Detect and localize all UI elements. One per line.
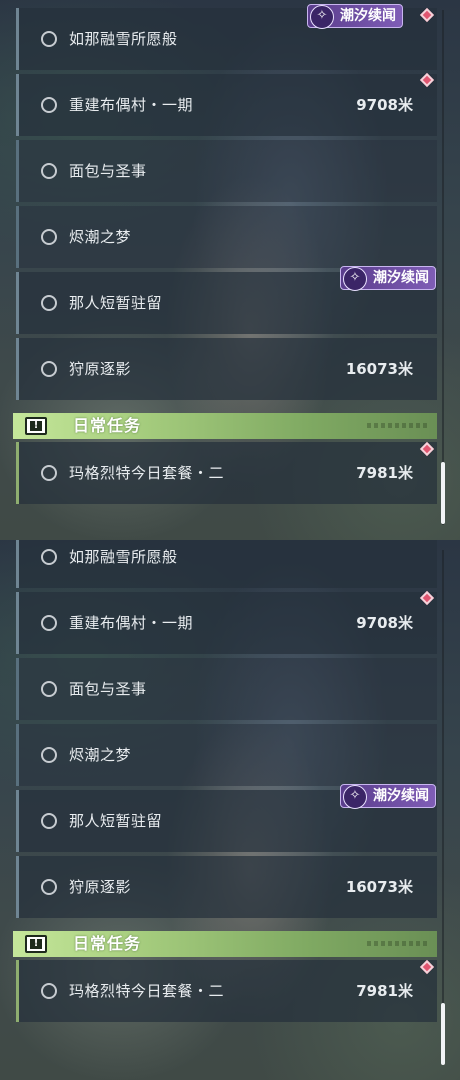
radio-icon xyxy=(41,549,57,565)
section-title: 日常任务 xyxy=(73,416,142,435)
daily-tasks-header: ! 日常任务 xyxy=(13,931,437,957)
radio-icon xyxy=(41,879,57,895)
quest-row[interactable]: 重建布偶村・一期 9708米 xyxy=(16,592,437,654)
quest-title: 玛格烈特今日套餐・二 xyxy=(69,464,225,482)
quest-title: 重建布偶村・一期 xyxy=(69,614,194,632)
event-badge-label: 潮汐续闻 xyxy=(373,788,429,804)
daily-quest-row[interactable]: 玛格烈特今日套餐・二 7981米 xyxy=(16,442,437,504)
daily-quest-row[interactable]: 玛格烈特今日套餐・二 7981米 xyxy=(16,960,437,1022)
quest-row[interactable]: 面包与圣事 xyxy=(16,140,437,202)
scrollbar-track[interactable] xyxy=(442,10,444,525)
tide-emblem-icon: ✧ xyxy=(343,267,367,291)
radio-icon xyxy=(41,747,57,763)
radio-icon xyxy=(41,229,57,245)
radio-icon xyxy=(41,813,57,829)
radio-icon xyxy=(41,97,57,113)
quest-title: 重建布偶村・一期 xyxy=(69,96,194,114)
quest-title: 面包与圣事 xyxy=(69,162,147,180)
quest-title: 那人短暂驻留 xyxy=(69,812,163,830)
quest-title: 烬潮之梦 xyxy=(69,746,132,764)
scrollbar-thumb[interactable] xyxy=(441,462,445,524)
radio-icon xyxy=(41,31,57,47)
quest-title: 玛格烈特今日套餐・二 xyxy=(69,982,225,1000)
quest-distance: 16073米 xyxy=(345,878,413,896)
quest-title: 面包与圣事 xyxy=(69,680,147,698)
radio-icon xyxy=(41,465,57,481)
quest-title: 烬潮之梦 xyxy=(69,228,132,246)
event-badge-label: 潮汐续闻 xyxy=(373,270,429,286)
quest-distance: 7981米 xyxy=(356,982,413,1000)
radio-icon xyxy=(41,163,57,179)
quest-title: 狩原逐影 xyxy=(69,878,132,896)
radio-icon xyxy=(41,681,57,697)
quest-title: 那人短暂驻留 xyxy=(69,294,163,312)
header-decoration xyxy=(367,941,427,946)
quest-title: 狩原逐影 xyxy=(69,360,132,378)
quest-row[interactable]: 重建布偶村・一期 9708米 xyxy=(16,74,437,136)
quest-distance: 9708米 xyxy=(356,96,413,114)
radio-icon xyxy=(41,361,57,377)
quest-row[interactable]: 面包与圣事 xyxy=(16,658,437,720)
header-decoration xyxy=(367,423,427,428)
quest-row[interactable]: 如那融雪所愿般 xyxy=(16,540,437,588)
daily-tasks-header: ! 日常任务 xyxy=(13,413,437,439)
quest-distance: 9708米 xyxy=(356,614,413,632)
quest-title: 如那融雪所愿般 xyxy=(69,548,178,566)
event-badge-label: 潮汐续闻 xyxy=(340,8,396,24)
quest-row[interactable]: 狩原逐影 16073米 xyxy=(16,338,437,400)
quest-row[interactable]: 烬潮之梦 xyxy=(16,206,437,268)
quest-distance: 7981米 xyxy=(356,464,413,482)
event-badge: ✧ 潮汐续闻 xyxy=(307,4,403,29)
scrollbar-thumb[interactable] xyxy=(441,1003,445,1065)
quest-row[interactable]: 狩原逐影 16073米 xyxy=(16,856,437,918)
scrollbar-track[interactable] xyxy=(442,550,444,1065)
quest-distance: 16073米 xyxy=(345,360,413,378)
alert-icon: ! xyxy=(25,935,47,953)
section-title: 日常任务 xyxy=(73,934,142,953)
radio-icon xyxy=(41,983,57,999)
event-badge: ✧ 潮汐续闻 xyxy=(340,784,436,809)
event-badge: ✧ 潮汐续闻 xyxy=(340,266,436,291)
radio-icon xyxy=(41,615,57,631)
radio-icon xyxy=(41,295,57,311)
tide-emblem-icon: ✧ xyxy=(310,5,334,29)
quest-row[interactable]: 烬潮之梦 xyxy=(16,724,437,786)
tide-emblem-icon: ✧ xyxy=(343,785,367,809)
alert-icon: ! xyxy=(25,417,47,435)
quest-title: 如那融雪所愿般 xyxy=(69,30,178,48)
quest-list-panel-1: 如那融雪所愿般 重建布偶村・一期 9708米 面包与圣事 烬潮之梦 那人短暂驻留… xyxy=(0,0,460,540)
quest-list-panel-2: 如那融雪所愿般 重建布偶村・一期 9708米 面包与圣事 烬潮之梦 那人短暂驻留… xyxy=(0,540,460,1080)
